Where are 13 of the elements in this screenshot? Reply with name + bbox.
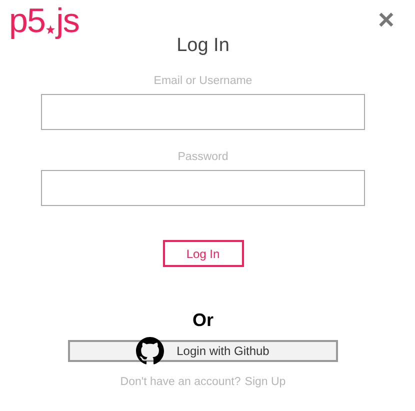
dialog-title: Log In — [176, 34, 230, 58]
password-field[interactable] — [41, 170, 365, 206]
github-login-button[interactable]: Login with Github — [68, 340, 338, 362]
field-label: Password — [178, 150, 228, 164]
footer-text: Don't have an account? — [120, 375, 241, 390]
logo[interactable]: p5 js — [9, 4, 79, 38]
username-field[interactable] — [41, 94, 365, 130]
or-divider: Or — [192, 309, 214, 331]
field-label: Email or Username — [154, 74, 252, 88]
star-icon — [46, 25, 56, 34]
github-icon — [136, 337, 164, 365]
login-button[interactable]: Log In — [162, 240, 244, 267]
close-button[interactable]: × — [378, 6, 394, 34]
